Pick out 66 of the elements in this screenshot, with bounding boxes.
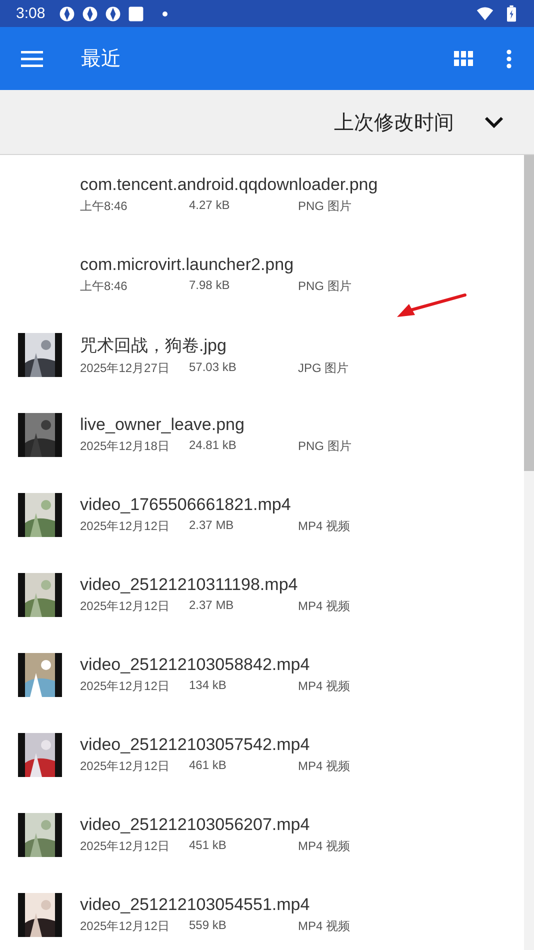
file-size: 57.03 kB [189, 360, 238, 376]
file-date: 2025年12月12日 [80, 838, 170, 855]
file-type: MP4 视频 [298, 518, 350, 535]
file-type: MP4 视频 [298, 598, 350, 615]
file-date: 上午8:46 [80, 198, 128, 215]
notification-icon [81, 4, 100, 22]
file-size: 24.81 kB [189, 438, 238, 454]
file-size: 7.98 kB [189, 278, 231, 294]
file-date: 2025年12月18日 [80, 438, 170, 455]
scrollbar[interactable] [524, 155, 534, 471]
sort-label[interactable]: 上次修改时间 [334, 108, 454, 136]
file-name: video_251212103058842.mp4 [80, 655, 311, 675]
file-row[interactable]: video_25121210311198.mp4 2025年12月12日 2.37 MB MP4 视频 [0, 555, 524, 635]
file-date: 2025年12月12日 [80, 758, 170, 775]
square-icon [127, 4, 146, 22]
file-name: video_1765506661821.mp4 [80, 495, 292, 515]
file-row[interactable]: video_251212103057542.mp4 2025年12月12日 461 kB MP4 视频 [0, 715, 524, 795]
dot-icon [162, 10, 168, 16]
file-type: MP4 视频 [298, 838, 350, 855]
file-row[interactable]: video_251212103056207.mp4 2025年12月12日 451 kB MP4 视频 [0, 795, 524, 875]
file-name: video_251212103056207.mp4 [80, 815, 311, 835]
file-date: 2025年12月27日 [80, 360, 170, 376]
file-size: 134 kB [189, 678, 228, 694]
grid-view-icon[interactable] [454, 51, 473, 66]
file-name: com.tencent.android.qqdownloader.png [80, 175, 378, 195]
file-date: 2025年12月12日 [80, 678, 170, 695]
file-date: 2025年12月12日 [80, 918, 170, 935]
arrow-drawing [397, 293, 467, 319]
file-size: 2.37 MB [189, 598, 235, 614]
file-row[interactable]: 咒术回战，狗卷.jpg 2025年12月27日 57.03 kB JPG 图片 [0, 315, 524, 395]
file-size: 451 kB [189, 838, 228, 854]
file-size: 559 kB [189, 918, 228, 934]
file-size: 4.27 kB [189, 198, 231, 214]
file-size: 461 kB [189, 758, 228, 774]
file-date: 上午8:46 [80, 278, 128, 295]
file-row[interactable]: com.tencent.android.qqdownloader.png 上午8:46 4.27 kB PNG 图片 [0, 155, 524, 235]
chevron-down-icon[interactable] [484, 116, 504, 128]
status-time: 3:08 [16, 5, 46, 22]
file-row[interactable]: video_251212103058842.mp4 2025年12月12日 134 kB MP4 视频 [0, 635, 524, 715]
file-row[interactable]: video_251212103054551.mp4 2025年12月12日 559 kB MP4 视频 [0, 875, 524, 950]
file-name: live_owner_leave.png [80, 415, 246, 435]
file-type: MP4 视频 [298, 678, 350, 695]
file-name: video_251212103054551.mp4 [80, 895, 311, 915]
file-row[interactable]: com.microvirt.launcher2.png 上午8:46 7.98 kB PNG 图片 [0, 235, 524, 315]
file-type: PNG 图片 [298, 198, 352, 215]
file-date: 2025年12月12日 [80, 518, 170, 535]
file-row[interactable]: live_owner_leave.png 2025年12月18日 24.81 kB PNG 图片 [0, 395, 524, 475]
notification-icon [58, 4, 76, 22]
file-name: video_25121210311198.mp4 [80, 575, 299, 595]
battery-icon [507, 5, 516, 22]
file-type: JPG 图片 [298, 360, 349, 376]
app-title: 最近 [81, 47, 121, 72]
file-row[interactable]: video_1765506661821.mp4 2025年12月12日 2.37 MB MP4 视频 [0, 475, 524, 555]
file-name: video_251212103057542.mp4 [80, 735, 311, 755]
file-type: MP4 视频 [298, 758, 350, 775]
file-type: MP4 视频 [298, 918, 350, 935]
more-icon[interactable] [506, 48, 512, 68]
file-date: 2025年12月12日 [80, 598, 170, 615]
notification-icon [104, 4, 122, 22]
menu-icon[interactable] [21, 50, 43, 66]
file-name: com.microvirt.launcher2.png [80, 255, 295, 275]
file-name: 咒术回战，狗卷.jpg [80, 334, 228, 356]
file-size: 2.37 MB [189, 518, 235, 534]
file-type: PNG 图片 [298, 278, 352, 295]
wifi-icon [476, 4, 494, 22]
file-type: PNG 图片 [298, 438, 352, 455]
